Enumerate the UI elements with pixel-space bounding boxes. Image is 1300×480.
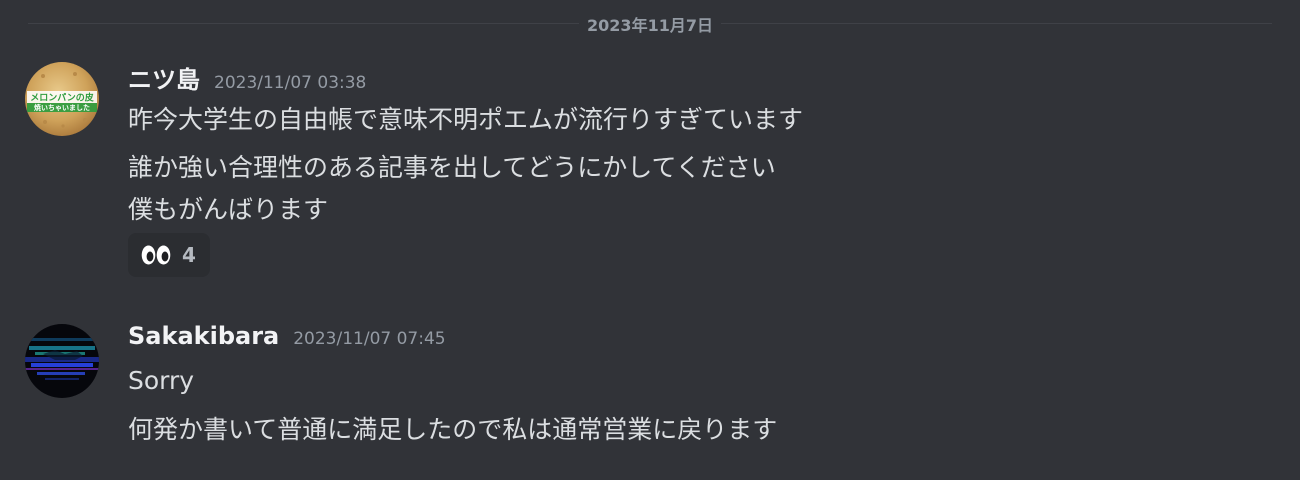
reaction-button[interactable]: 4	[128, 233, 210, 277]
message-header: ニツ島 2023/11/07 03:38	[128, 60, 366, 94]
avatar[interactable]: メロンパンの皮 焼いちゃいました	[25, 62, 99, 136]
message-header: Sakakibara 2023/11/07 07:45	[128, 322, 446, 356]
date-divider-line	[28, 23, 1272, 24]
message-line: 誰か強い合理性のある記事を出してどうにかしてください	[128, 153, 776, 182]
message-line: 昨今大学生の自由帳で意味不明ポエムが流行りすぎています	[128, 105, 804, 134]
svg-text:メロンパンの皮: メロンパンの皮	[30, 92, 94, 104]
date-divider-label: 2023年11月7日	[579, 16, 721, 35]
reaction-count: 4	[182, 243, 196, 267]
melon-pan-avatar-icon: メロンパンの皮 焼いちゃいました	[25, 62, 99, 136]
message-line: Sorry	[128, 366, 195, 395]
username[interactable]: Sakakibara	[128, 322, 279, 350]
username[interactable]: ニツ島	[128, 60, 200, 95]
avatar[interactable]	[25, 324, 99, 398]
message-line: 何発か書いて普通に満足したので私は通常営業に戻ります	[128, 415, 778, 444]
svg-text:焼いちゃいました: 焼いちゃいました	[34, 103, 90, 112]
message-line: 僕もがんばります	[128, 195, 329, 224]
date-divider: 2023年11月7日	[0, 12, 1300, 36]
timestamp[interactable]: 2023/11/07 07:45	[293, 329, 445, 349]
dark-glitch-avatar-icon	[25, 324, 99, 398]
eyes-emoji-icon	[141, 245, 171, 265]
timestamp[interactable]: 2023/11/07 03:38	[214, 73, 366, 93]
chat-view: 2023年11月7日 メロンパンの皮 焼いちゃいました ニツ島 2023/11/…	[0, 0, 1300, 480]
